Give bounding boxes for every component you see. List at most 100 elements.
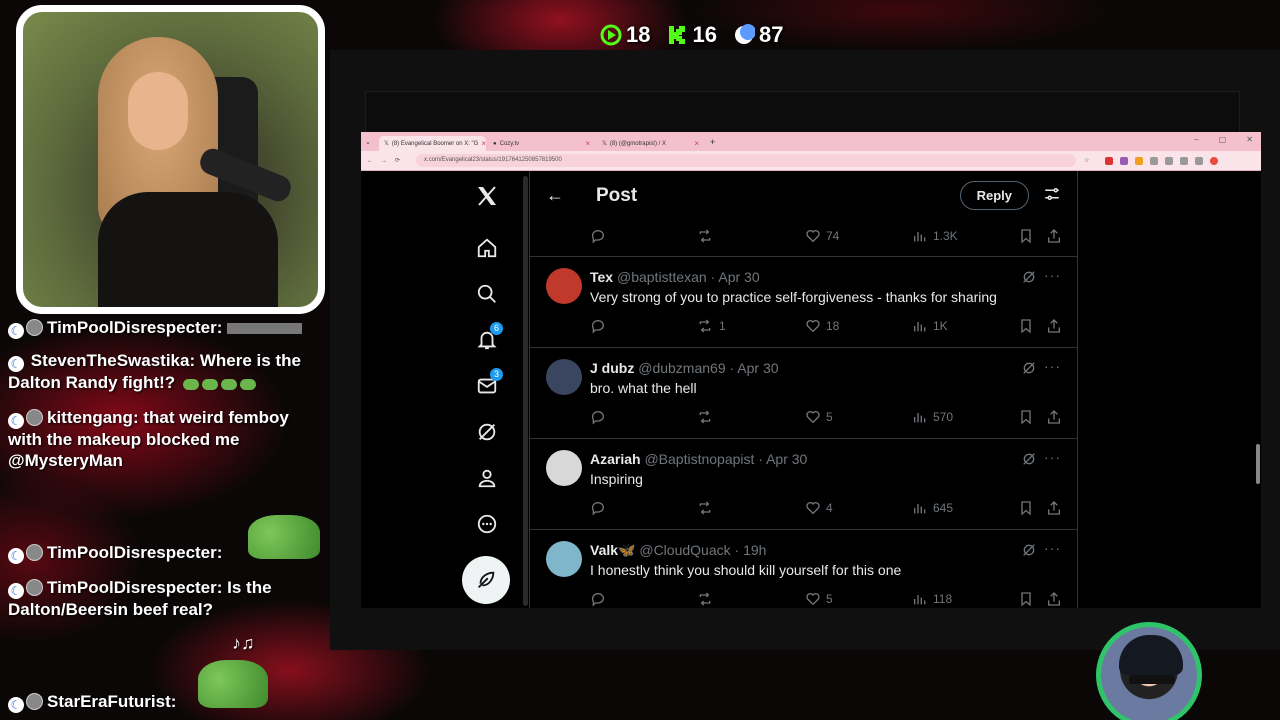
- forward-icon[interactable]: →: [381, 158, 387, 164]
- reply-icon[interactable]: [590, 409, 606, 425]
- tweet-header: Tex @baptisttexan · Apr 30: [590, 269, 760, 285]
- url-input[interactable]: x.com/Evangelical23/status/1917641250857…: [416, 154, 1077, 167]
- user-handle[interactable]: @dubzman69: [638, 360, 725, 376]
- more-options-icon[interactable]: ···: [1044, 358, 1061, 374]
- reply-icon[interactable]: [590, 591, 606, 607]
- share-icon[interactable]: [1046, 228, 1062, 244]
- compose-post-button[interactable]: [462, 556, 510, 604]
- views-button[interactable]: 645: [912, 500, 953, 516]
- like-button[interactable]: 5: [805, 591, 833, 607]
- filter-settings-icon[interactable]: [1043, 185, 1061, 203]
- reload-icon[interactable]: ⟳: [395, 157, 400, 164]
- user-handle[interactable]: @CloudQuack: [639, 542, 730, 558]
- close-window-icon[interactable]: ✕: [1246, 135, 1253, 144]
- views-button[interactable]: 118: [912, 591, 952, 607]
- more-options-icon[interactable]: ···: [1044, 449, 1061, 465]
- like-button[interactable]: 4: [805, 500, 833, 516]
- reply-icon[interactable]: [590, 318, 606, 334]
- back-icon[interactable]: ←: [367, 158, 373, 164]
- reply-icon[interactable]: [590, 228, 606, 244]
- views-button[interactable]: 1.3K: [912, 228, 958, 244]
- reply-tweet[interactable]: J dubz @dubzman69 · Apr 30 ··· bro. what t…: [530, 348, 1077, 439]
- capture-frame: [365, 91, 1240, 136]
- tab-cozy[interactable]: ● Cozy.tv ×: [488, 136, 595, 151]
- tab-x-post[interactable]: 𝕏 (8) Evangelical Boomer on X: "G ×: [379, 136, 486, 151]
- reply-tweet[interactable]: Valk🦋 @CloudQuack · 19h ··· I honestly thi…: [530, 530, 1077, 608]
- tab-x-profile[interactable]: 𝕏 (8) (@gmotrapist) / X ×: [597, 136, 704, 151]
- tweet-date[interactable]: · Apr 30: [711, 269, 760, 285]
- repost-button[interactable]: [696, 409, 719, 425]
- close-tab-icon[interactable]: ×: [585, 139, 590, 148]
- display-name[interactable]: Tex: [590, 269, 613, 285]
- user-avatar[interactable]: [546, 541, 582, 577]
- views-button[interactable]: 570: [912, 409, 953, 425]
- more-options-icon[interactable]: ···: [1044, 540, 1061, 556]
- share-icon[interactable]: [1046, 500, 1062, 516]
- tweet-date[interactable]: · Apr 30: [730, 360, 779, 376]
- extension-icon[interactable]: [1135, 156, 1144, 165]
- search-icon[interactable]: [461, 279, 513, 309]
- bookmark-icon[interactable]: [1018, 409, 1034, 425]
- grok-icon[interactable]: [461, 417, 513, 447]
- extension-icon[interactable]: [1180, 156, 1189, 165]
- extension-icon[interactable]: [1150, 156, 1159, 165]
- tab-search-icon[interactable]: ⌄: [365, 138, 375, 146]
- display-name[interactable]: Azariah: [590, 451, 641, 467]
- reply-tweet[interactable]: Azariah @Baptistnopapist · Apr 30 ··· Insp…: [530, 439, 1077, 530]
- bookmark-icon[interactable]: [1018, 591, 1034, 607]
- user-handle[interactable]: @baptisttexan: [617, 269, 707, 285]
- repost-button[interactable]: 1: [696, 318, 726, 334]
- stat-kick: 16: [666, 22, 717, 48]
- back-arrow-icon[interactable]: ←: [546, 185, 566, 206]
- like-button[interactable]: 5: [805, 409, 833, 425]
- like-button[interactable]: 74: [805, 228, 839, 244]
- grok-icon[interactable]: [1021, 542, 1037, 563]
- repost-button[interactable]: [696, 591, 719, 607]
- extension-icon[interactable]: [1165, 156, 1174, 165]
- reply-tweet[interactable]: Tex @baptisttexan · Apr 30 ··· Very strong…: [530, 257, 1077, 348]
- view-count: 1K: [933, 319, 948, 333]
- bookmark-icon[interactable]: [1018, 228, 1034, 244]
- share-icon[interactable]: [1046, 318, 1062, 334]
- new-tab-icon[interactable]: +: [710, 137, 715, 147]
- extension-icon[interactable]: [1195, 156, 1204, 165]
- profile-avatar-icon[interactable]: [1210, 156, 1219, 165]
- home-icon[interactable]: [461, 233, 513, 263]
- repost-button[interactable]: [696, 500, 719, 516]
- share-icon[interactable]: [1046, 591, 1062, 607]
- page-scrollbar[interactable]: [1256, 444, 1260, 484]
- notifications-icon[interactable]: 6: [461, 322, 513, 355]
- grok-icon[interactable]: [1021, 360, 1037, 381]
- user-avatar[interactable]: [546, 450, 582, 486]
- messages-icon[interactable]: 3: [461, 368, 513, 401]
- close-tab-icon[interactable]: ×: [481, 139, 486, 148]
- bookmark-icon[interactable]: [1018, 318, 1034, 334]
- more-icon[interactable]: [461, 509, 513, 539]
- bookmark-icon[interactable]: [1018, 500, 1034, 516]
- user-handle[interactable]: @Baptistnopapist: [644, 451, 754, 467]
- more-options-icon[interactable]: ···: [1044, 267, 1061, 283]
- star-icon[interactable]: ☆: [1084, 157, 1089, 164]
- tweet-date[interactable]: · 19h: [735, 542, 767, 558]
- user-avatar[interactable]: [546, 359, 582, 395]
- profile-icon[interactable]: [461, 463, 513, 493]
- repost-icon[interactable]: [696, 228, 714, 244]
- extension-icon[interactable]: [1105, 156, 1114, 165]
- display-name[interactable]: Valk🦋: [590, 542, 635, 558]
- grok-icon[interactable]: [1021, 269, 1037, 290]
- user-avatar[interactable]: [546, 268, 582, 304]
- sidebar-scrollbar[interactable]: [523, 176, 528, 606]
- like-button[interactable]: 18: [805, 318, 839, 334]
- share-icon[interactable]: [1046, 409, 1062, 425]
- display-name[interactable]: J dubz: [590, 360, 634, 376]
- close-tab-icon[interactable]: ×: [694, 139, 699, 148]
- grok-icon[interactable]: [1021, 451, 1037, 472]
- reply-icon[interactable]: [590, 500, 606, 516]
- extension-icon[interactable]: [1120, 156, 1129, 165]
- maximize-icon[interactable]: ▢: [1219, 135, 1227, 144]
- minimize-icon[interactable]: –: [1194, 135, 1198, 144]
- tweet-date[interactable]: · Apr 30: [758, 451, 807, 467]
- reply-button[interactable]: Reply: [959, 181, 1029, 210]
- views-button[interactable]: 1K: [912, 318, 948, 334]
- x-logo-icon[interactable]: [461, 181, 513, 211]
